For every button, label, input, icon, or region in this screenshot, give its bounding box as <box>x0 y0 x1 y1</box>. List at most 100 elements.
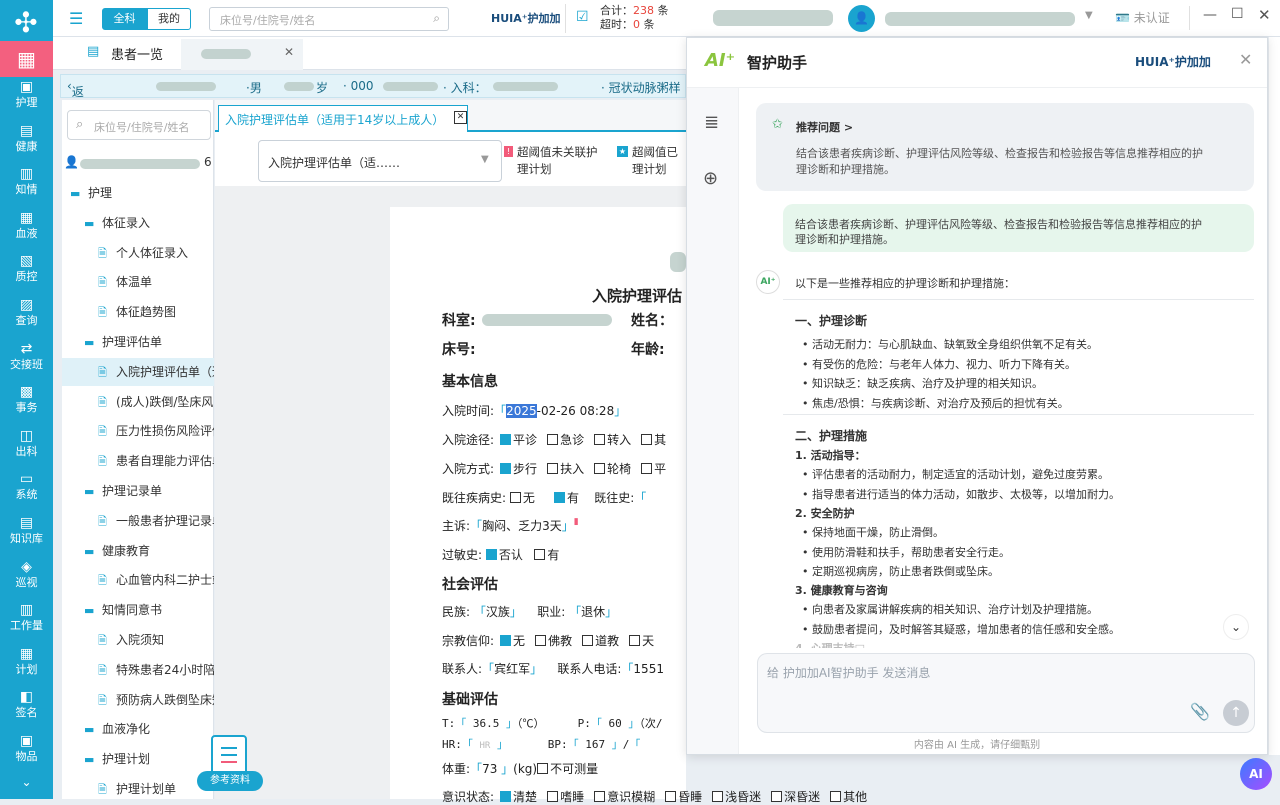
rail-item-0[interactable]: ▣ 护理 <box>0 78 53 122</box>
rail-item-15[interactable]: ▣ 物品 <box>0 732 53 776</box>
send-button[interactable]: ↑ <box>1223 700 1249 726</box>
option[interactable]: 平诊 <box>500 433 537 447</box>
attach-icon[interactable]: 📎 <box>1190 702 1210 721</box>
contact-value[interactable]: 宾红军 <box>494 662 530 676</box>
phone-value[interactable]: 1551 <box>633 662 664 676</box>
option[interactable]: 平 <box>641 462 666 476</box>
option[interactable]: 急诊 <box>547 433 584 447</box>
auth-status[interactable]: 🪪 未认证 <box>1115 9 1170 26</box>
checkbox[interactable] <box>535 635 547 646</box>
checkbox[interactable] <box>712 791 724 802</box>
checkbox[interactable] <box>500 791 512 802</box>
nation-value[interactable]: 汉族 <box>486 605 510 619</box>
option[interactable]: 嗜睡 <box>547 790 584 804</box>
new-chat-icon[interactable]: ⊕ <box>703 168 718 189</box>
rail-item-11[interactable]: ◈ 巡视 <box>0 558 53 602</box>
allergy-yes-checkbox[interactable] <box>534 549 546 560</box>
close-tab-icon[interactable]: ✕ <box>454 111 467 124</box>
tree-node[interactable]: ▬ 护理计划 <box>62 745 214 773</box>
option[interactable]: 佛教 <box>535 634 572 648</box>
rail-item-3[interactable]: ▦ 血液 <box>0 209 53 253</box>
patient-search-input[interactable]: 床位号/住院号/姓名 ⌕ <box>209 7 449 31</box>
allergy-no-checkbox[interactable] <box>485 549 497 560</box>
checkbox[interactable] <box>500 635 512 646</box>
rail-item-14[interactable]: ◧ 签名 <box>0 688 53 732</box>
rail-item-8[interactable]: ◫ 出科 <box>0 427 53 471</box>
option[interactable]: 昏睡 <box>665 790 702 804</box>
rail-item-12[interactable]: ▥ 工作量 <box>0 601 53 645</box>
rail-item-13[interactable]: ▦ 计划 <box>0 645 53 689</box>
back-link[interactable]: ‹ 返回 <box>67 79 84 116</box>
tree-node[interactable]: 🗎 个人体征录入 <box>62 239 214 267</box>
checkbox[interactable] <box>641 434 653 445</box>
checkbox[interactable] <box>665 791 677 802</box>
option[interactable]: 浅昏迷 <box>712 790 761 804</box>
rail-item-5[interactable]: ▨ 查询 <box>0 296 53 340</box>
admit-year[interactable]: 2025 <box>506 404 537 418</box>
close-window-icon[interactable]: ✕ <box>1258 6 1271 24</box>
rail-item-4[interactable]: ▧ 质控 <box>0 252 53 296</box>
filter-mine-button[interactable]: 我的 <box>147 8 191 30</box>
warn-linked-button[interactable]: 超阈值已 理计划 <box>632 144 678 178</box>
checkbox[interactable] <box>500 463 512 474</box>
tree-node[interactable]: 🗎 一般患者护理记录单 <box>62 507 214 535</box>
rail-item-1[interactable]: ▤ 健康 <box>0 122 53 166</box>
checkbox[interactable] <box>594 434 606 445</box>
close-tab-icon[interactable]: ✕ <box>284 45 294 59</box>
option[interactable]: 深昏迷 <box>771 790 820 804</box>
tree-node[interactable]: ▬ 护理记录单 <box>62 477 214 505</box>
tree-search-input[interactable]: ⌕ 床位号/住院号/姓名 <box>67 110 211 140</box>
warn-unlinked-button[interactable]: 超阈值未关联护 理计划 <box>517 144 598 178</box>
tree-node[interactable]: 🗎 (成人)跌倒/坠床风 <box>62 388 214 416</box>
tab-admission-assessment[interactable]: 入院护理评估单（适用于14岁以上成人） ✕ <box>218 105 468 132</box>
option[interactable]: 清楚 <box>500 790 537 804</box>
filter-all-button[interactable]: 全科 <box>102 8 147 30</box>
checkbox[interactable] <box>594 791 606 802</box>
tree-node[interactable]: 🗎 心血管内科二护士站 <box>62 566 214 594</box>
tree-patient-node[interactable]: 👤 6 <box>64 155 214 173</box>
option[interactable]: 天 <box>629 634 654 648</box>
tree-node[interactable]: 🗎 患者自理能力评估单 <box>62 447 214 475</box>
checkbox[interactable] <box>594 463 606 474</box>
tab-patient-detail[interactable]: ✕ <box>181 39 303 70</box>
rail-item-9[interactable]: ▭ 系统 <box>0 470 53 514</box>
floating-ai-button[interactable]: AI <box>1240 758 1272 790</box>
rail-item-6[interactable]: ⇄ 交接班 <box>0 340 53 384</box>
rail-item-7[interactable]: ▩ 事务 <box>0 383 53 427</box>
tree-node[interactable]: ▬ 体征录入 <box>62 209 214 237</box>
option[interactable]: 其 <box>641 433 666 447</box>
minimize-icon[interactable]: — <box>1203 7 1217 23</box>
tree-node[interactable]: ▬ 护理评估单 <box>62 328 214 356</box>
checkbox[interactable] <box>641 463 653 474</box>
tree-node[interactable]: ▬ 知情同意书 <box>62 596 214 624</box>
history-no-checkbox[interactable] <box>509 492 521 503</box>
rail-item-10[interactable]: ▤ 知识库 <box>0 514 53 558</box>
form-select[interactable]: 入院护理评估单（适…… ▼ <box>258 140 502 182</box>
hr-value[interactable]: HR <box>480 741 491 751</box>
scroll-down-icon[interactable]: ⌄ <box>1223 614 1249 640</box>
tree-node[interactable]: ▬ 健康教育 <box>62 537 214 565</box>
reference-button[interactable]: 参考资料 <box>197 735 263 795</box>
tree-node[interactable]: 🗎 特殊患者24小时陪护 <box>62 656 214 684</box>
checkbox[interactable] <box>500 434 512 445</box>
checkbox[interactable] <box>629 635 641 646</box>
chevron-down-icon[interactable]: ▼ <box>1085 10 1093 21</box>
checkbox[interactable] <box>582 635 594 646</box>
tree-node[interactable]: 🗎 入院须知 <box>62 626 214 654</box>
option[interactable]: 道教 <box>582 634 619 648</box>
tree-node[interactable]: 🗎 体征趋势图 <box>62 298 214 326</box>
option[interactable]: 无 <box>500 634 525 648</box>
history-yes-checkbox[interactable] <box>553 492 565 503</box>
tree-node[interactable]: 🗎 入院护理评估单（适 <box>62 357 214 386</box>
close-panel-icon[interactable]: ✕ <box>1239 50 1252 69</box>
suggested-question-card[interactable]: ✩ 推荐问题 > 结合该患者疾病诊断、护理评估风险等级、检查报告和检验报告等信息… <box>756 103 1254 191</box>
maximize-icon[interactable]: ☐ <box>1231 6 1244 22</box>
admit-time-value[interactable]: -02-26 08:28 <box>537 404 615 418</box>
option[interactable]: 其他 <box>830 790 867 804</box>
menu-toggle-icon[interactable]: ☰ <box>69 9 83 28</box>
tree-node[interactable]: 🗎 体温单 <box>62 268 214 296</box>
checkbox[interactable] <box>547 791 559 802</box>
checkbox[interactable] <box>771 791 783 802</box>
job-value[interactable]: 退休 <box>581 605 605 619</box>
weight-value[interactable]: 73 <box>482 762 497 776</box>
